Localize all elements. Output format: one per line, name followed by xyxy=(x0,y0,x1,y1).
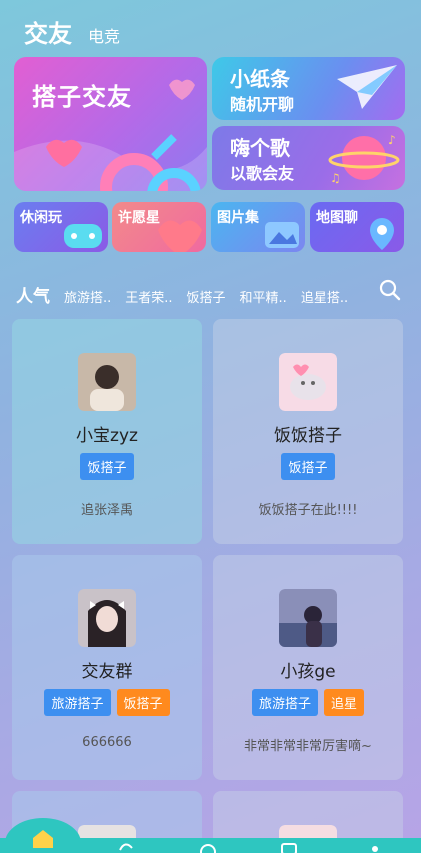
tag: 饭搭子 xyxy=(281,453,335,480)
tab-meal-partner[interactable]: 饭搭子 xyxy=(187,287,226,306)
group-name: 小宝zyz xyxy=(76,426,138,446)
nav-icons xyxy=(119,843,378,853)
song-title: 嗨个歌 xyxy=(230,136,290,160)
tag: 追星 xyxy=(324,689,365,716)
group-card[interactable]: 饭饭搭子 饭搭子 饭饭搭子在此!!!! xyxy=(213,319,403,544)
banner-song[interactable]: ♪ ♫ 嗨个歌 以歌会友 xyxy=(212,126,405,190)
tag: 饭搭子 xyxy=(80,453,134,480)
tag-list: 饭搭子 xyxy=(213,453,403,480)
avatar xyxy=(279,589,337,647)
tab-popular[interactable]: 人气 xyxy=(16,282,50,307)
song-subtitle: 以歌会友 xyxy=(230,164,295,183)
home-icon xyxy=(33,830,53,848)
group-name: 饭饭搭子 xyxy=(274,426,342,446)
avatar xyxy=(78,589,136,647)
page-title: 交友 xyxy=(24,20,72,48)
group-card[interactable]: 小孩ge 旅游搭子 追星 非常非常非常厉害嘀~ xyxy=(213,555,403,780)
mini-card-picture-set[interactable]: 图片集 xyxy=(211,202,305,252)
group-description: 非常非常非常厉害嘀~ xyxy=(244,739,372,754)
svg-text:♪: ♪ xyxy=(388,133,396,147)
tab-travel[interactable]: 旅游搭.. xyxy=(64,287,111,306)
paper-subtitle: 随机开聊 xyxy=(230,95,295,114)
mini-card-label: 许愿星 xyxy=(118,210,160,226)
svg-text:♫: ♫ xyxy=(330,171,341,185)
page-header: 交友 电竞 xyxy=(24,14,120,49)
search-icon[interactable] xyxy=(378,278,402,302)
group-description: 666666 xyxy=(82,735,132,750)
mini-card-casual-play[interactable]: 休闲玩 xyxy=(14,202,108,252)
tag-list: 旅游搭子 饭搭子 xyxy=(12,689,202,716)
banner-paper-note[interactable]: 小纸条 随机开聊 xyxy=(212,57,405,120)
group-description: 追张泽禹 xyxy=(80,503,133,518)
tag-list: 饭搭子 xyxy=(12,453,202,480)
page-subtitle-tab[interactable]: 电竞 xyxy=(88,23,120,47)
home-button[interactable] xyxy=(5,818,81,853)
mini-card-label: 地图聊 xyxy=(316,210,358,226)
group-name: 小孩ge xyxy=(280,662,336,682)
group-description: 饭饭搭子在此!!!! xyxy=(258,503,358,518)
tag-list: 旅游搭子 追星 xyxy=(213,689,403,716)
tab-honor-of-kings[interactable]: 王者荣.. xyxy=(125,287,172,306)
tab-peace-elite[interactable]: 和平精.. xyxy=(240,287,287,306)
tag: 旅游搭子 xyxy=(44,689,111,716)
group-name: 交友群 xyxy=(81,662,133,682)
mini-card-label: 休闲玩 xyxy=(20,210,62,226)
tag: 饭搭子 xyxy=(116,689,170,716)
paper-title: 小纸条 xyxy=(230,67,290,91)
mini-card-label: 图片集 xyxy=(217,210,259,226)
banner-partner-dating[interactable]: 搭子交友 xyxy=(14,57,207,191)
mini-card-wish-star[interactable]: 许愿星 xyxy=(112,202,206,252)
group-card[interactable]: 小宝zyz 饭搭子 追张泽禹 xyxy=(12,319,202,544)
group-card[interactable]: 交友群 旅游搭子 饭搭子 666666 xyxy=(12,555,202,780)
banner-main-label: 搭子交友 xyxy=(32,83,132,111)
avatar xyxy=(279,353,337,411)
mini-card-map-chat[interactable]: 地图聊 xyxy=(310,202,404,252)
avatar xyxy=(78,353,136,411)
category-tabs: 人气 旅游搭.. 王者荣.. 饭搭子 和平精.. 追星搭.. xyxy=(16,282,348,307)
tag: 旅游搭子 xyxy=(251,689,318,716)
tab-fan-partner[interactable]: 追星搭.. xyxy=(301,287,348,306)
